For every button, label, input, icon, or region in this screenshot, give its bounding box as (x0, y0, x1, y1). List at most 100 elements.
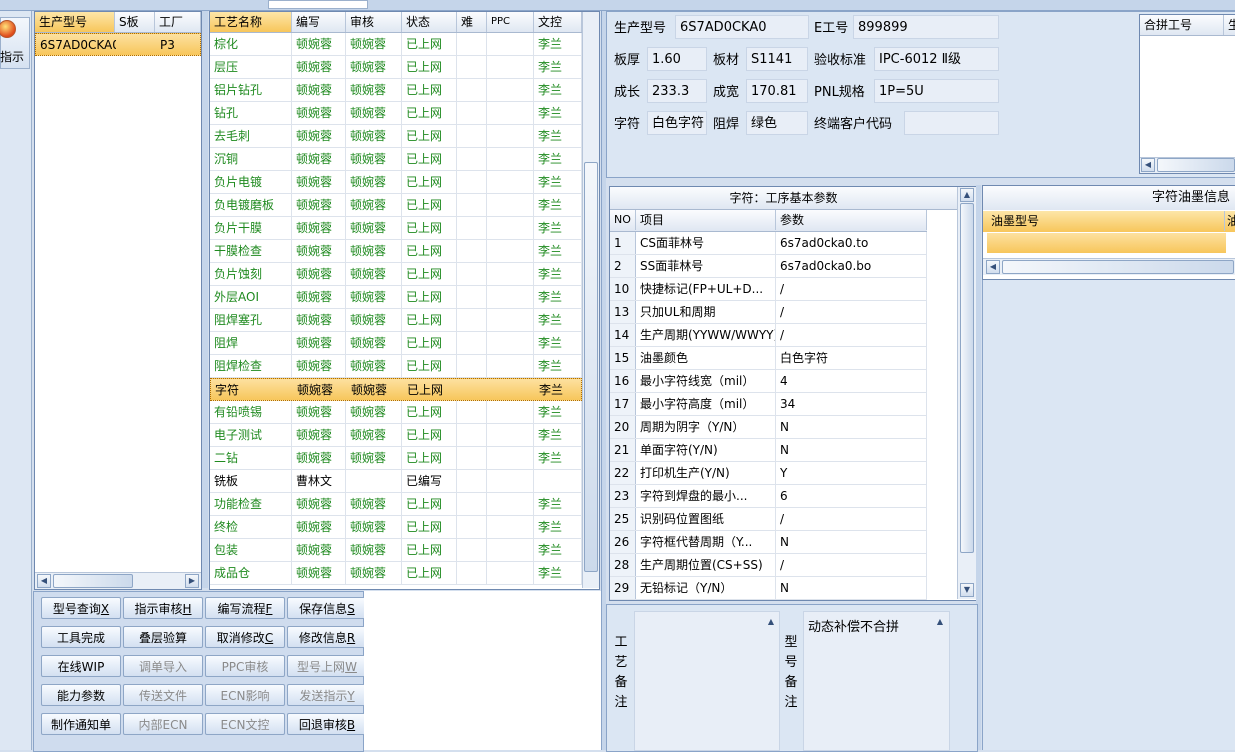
param-row[interactable]: 14 生产周期(YYWW/WWYY) / (610, 324, 927, 347)
action-button[interactable]: 叠层验算 (123, 626, 203, 648)
process-row[interactable]: 阻焊检查 顿婉蓉 顿婉蓉 已上网 李兰 (210, 355, 582, 378)
param-row[interactable]: 16 最小字符线宽（mil） 4 (610, 370, 927, 393)
scroll-thumb[interactable] (960, 203, 974, 553)
action-button[interactable]: 型号上网W (287, 655, 367, 677)
action-button[interactable]: ECN文控 (205, 713, 285, 735)
process-row[interactable]: 负电镀磨板 顿婉蓉 顿婉蓉 已上网 李兰 (210, 194, 582, 217)
process-row[interactable]: 钻孔 顿婉蓉 顿婉蓉 已上网 李兰 (210, 102, 582, 125)
param-row[interactable]: 15 油墨颜色 白色字符 (610, 347, 927, 370)
process-row[interactable]: 包装 顿婉蓉 顿婉蓉 已上网 李兰 (210, 539, 582, 562)
action-button[interactable]: 编写流程F (205, 597, 285, 619)
param-value-cell[interactable]: 4 (776, 370, 927, 392)
process-row[interactable]: 负片蚀刻 顿婉蓉 顿婉蓉 已上网 李兰 (210, 263, 582, 286)
param-row[interactable]: 29 无铅标记（Y/N） N (610, 577, 927, 600)
pnl-field[interactable]: 1P=5U (874, 79, 999, 103)
action-button[interactable]: 工具完成 (41, 626, 121, 648)
param-value-cell[interactable]: / (776, 554, 927, 576)
col-process-name[interactable]: 工艺名称 (210, 12, 292, 32)
action-button[interactable]: 指示审核H (123, 597, 203, 619)
toolbar-field[interactable] (268, 0, 368, 9)
instruction-button[interactable]: 指示 (0, 17, 30, 69)
param-value-cell[interactable]: 6 (776, 485, 927, 507)
params-vscrollbar[interactable]: ▲ ▼ (957, 187, 976, 599)
thickness-field[interactable]: 1.60 (647, 47, 707, 71)
process-row[interactable]: 铣板 曹林文 已编写 (210, 470, 582, 493)
action-button[interactable]: ECN影响 (205, 684, 285, 706)
action-button[interactable]: 取消修改C (205, 626, 285, 648)
param-value-cell[interactable]: N (776, 531, 927, 553)
process-row[interactable]: 有铅喷锡 顿婉蓉 顿婉蓉 已上网 李兰 (210, 401, 582, 424)
process-row[interactable]: 电子测试 顿婉蓉 顿婉蓉 已上网 李兰 (210, 424, 582, 447)
process-row[interactable]: 功能检查 顿婉蓉 顿婉蓉 已上网 李兰 (210, 493, 582, 516)
oil-row-selected[interactable] (987, 233, 1226, 253)
action-button[interactable]: 回退审核B (287, 713, 367, 735)
param-value-cell[interactable]: 6s7ad0cka0.bo (776, 255, 927, 277)
param-row[interactable]: 26 字符框代替周期（Y... N (610, 531, 927, 554)
param-row[interactable]: 13 只加UL和周期 / (610, 301, 927, 324)
param-value-cell[interactable]: 34 (776, 393, 927, 415)
param-row[interactable]: 10 快捷标记(FP+UL+D... / (610, 278, 927, 301)
param-value-cell[interactable]: / (776, 508, 927, 530)
param-row[interactable]: 22 打印机生产(Y/N) Y (610, 462, 927, 485)
col-merge-number[interactable]: 合拼工号 (1140, 15, 1224, 35)
col-item[interactable]: 项目 (636, 210, 776, 230)
scroll-up-icon[interactable]: ▲ (764, 616, 778, 630)
e-number-field[interactable]: 899899 (853, 15, 999, 39)
col-model[interactable]: 生产型号 (35, 12, 115, 32)
process-row[interactable]: 铝片钻孔 顿婉蓉 顿婉蓉 已上网 李兰 (210, 79, 582, 102)
scroll-left-icon[interactable]: ◀ (986, 260, 1000, 274)
process-remark-textarea[interactable]: ▲ (634, 611, 780, 751)
process-row[interactable]: 字符 顿婉蓉 顿婉蓉 已上网 李兰 (210, 378, 582, 401)
col-oil-model[interactable]: 油墨型号 (987, 211, 1225, 231)
process-row[interactable]: 负片干膜 顿婉蓉 顿婉蓉 已上网 李兰 (210, 217, 582, 240)
param-row[interactable]: 20 周期为阴字（Y/N） N (610, 416, 927, 439)
param-row[interactable]: 2 SS面菲林号 6s7ad0cka0.bo (610, 255, 927, 278)
scroll-right-icon[interactable]: ▶ (185, 574, 199, 588)
scroll-thumb[interactable] (1002, 260, 1234, 274)
scroll-down-icon[interactable]: ▼ (960, 583, 974, 597)
char-field[interactable]: 白色字符 (647, 111, 707, 135)
param-value-cell[interactable]: N (776, 416, 927, 438)
col-merge-next[interactable]: 生 (1224, 15, 1235, 35)
process-row[interactable]: 去毛刺 顿婉蓉 顿婉蓉 已上网 李兰 (210, 125, 582, 148)
standard-field[interactable]: IPC-6012 Ⅱ级 (874, 47, 999, 71)
action-button[interactable]: 传送文件 (123, 684, 203, 706)
process-row[interactable]: 二钻 顿婉蓉 顿婉蓉 已上网 李兰 (210, 447, 582, 470)
model-list-hscrollbar[interactable]: ◀ ▶ (35, 572, 201, 589)
scroll-left-icon[interactable]: ◀ (1141, 158, 1155, 172)
action-button[interactable]: PPC审核 (205, 655, 285, 677)
customer-code-field[interactable] (904, 111, 999, 135)
scroll-up-icon[interactable]: ▲ (960, 188, 974, 202)
param-row[interactable]: 23 字符到焊盘的最小... 6 (610, 485, 927, 508)
material-field[interactable]: S1141 (746, 47, 808, 71)
scroll-thumb[interactable] (1157, 158, 1235, 172)
action-button[interactable]: 保存信息S (287, 597, 367, 619)
action-button[interactable]: 调单导入 (123, 655, 203, 677)
process-row[interactable]: 棕化 顿婉蓉 顿婉蓉 已上网 李兰 (210, 33, 582, 56)
param-value-cell[interactable]: 白色字符 (776, 347, 927, 369)
process-row[interactable]: 干膜检查 顿婉蓉 顿婉蓉 已上网 李兰 (210, 240, 582, 263)
scroll-left-icon[interactable]: ◀ (37, 574, 51, 588)
process-vscrollbar[interactable] (582, 12, 599, 588)
param-value-cell[interactable]: / (776, 301, 927, 323)
param-row[interactable]: 28 生产周期位置(CS+SS) / (610, 554, 927, 577)
param-value-cell[interactable]: / (776, 324, 927, 346)
col-ppc[interactable]: PPC (487, 12, 534, 32)
process-row[interactable]: 负片电镀 顿婉蓉 顿婉蓉 已上网 李兰 (210, 171, 582, 194)
param-row[interactable]: 25 识别码位置图纸 / (610, 508, 927, 531)
process-row[interactable]: 阻焊 顿婉蓉 顿婉蓉 已上网 李兰 (210, 332, 582, 355)
action-button[interactable]: 修改信息R (287, 626, 367, 648)
action-button[interactable]: 内部ECN (123, 713, 203, 735)
model-remark-textarea[interactable]: 动态补偿不合拼 ▲ (803, 611, 950, 751)
process-row[interactable]: 沉铜 顿婉蓉 顿婉蓉 已上网 李兰 (210, 148, 582, 171)
process-row[interactable]: 层压 顿婉蓉 顿婉蓉 已上网 李兰 (210, 56, 582, 79)
scroll-up-icon[interactable]: ▲ (933, 616, 947, 630)
length-field[interactable]: 233.3 (647, 79, 707, 103)
model-row[interactable]: 6S7AD0CKA0 P3 (35, 33, 201, 56)
scroll-thumb[interactable] (53, 574, 133, 588)
param-value-cell[interactable]: N (776, 439, 927, 461)
col-s-board[interactable]: S板 (115, 12, 155, 32)
param-row[interactable]: 1 CS面菲林号 6s7ad0cka0.to (610, 232, 927, 255)
model-field[interactable]: 6S7AD0CKA0 (675, 15, 809, 39)
mask-field[interactable]: 绿色 (746, 111, 808, 135)
